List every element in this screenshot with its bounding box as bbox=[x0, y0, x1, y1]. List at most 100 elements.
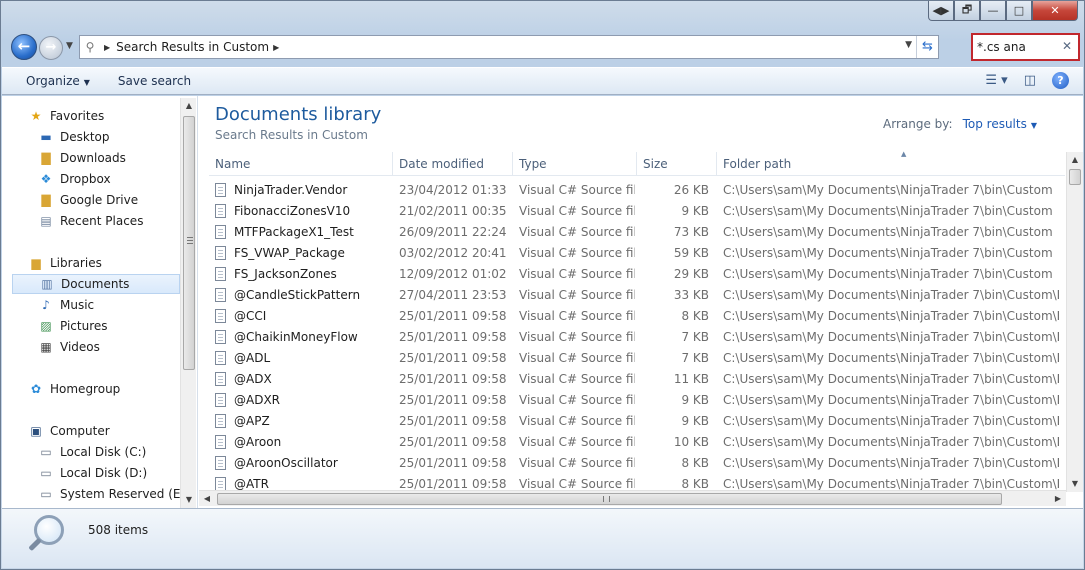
nav-scroll-thumb[interactable] bbox=[183, 116, 195, 370]
cell-type: Visual C# Source file bbox=[519, 348, 635, 369]
scroll-down-icon[interactable]: ▼ bbox=[181, 492, 197, 508]
table-row[interactable]: FS_VWAP_Package 03/02/2012 20:41 Visual C#… bbox=[209, 243, 1065, 264]
address-dropdown-icon[interactable]: ▼ bbox=[905, 40, 912, 50]
refresh-icon[interactable]: ⇆ bbox=[916, 36, 938, 58]
cell-path: C:\Users\sam\My Documents\NinjaTrader 7\… bbox=[723, 453, 1059, 474]
table-row[interactable]: @AroonOscillator 25/01/2011 09:58 Visual C… bbox=[209, 453, 1065, 474]
scroll-up-icon[interactable]: ▲ bbox=[181, 98, 197, 114]
cell-text: 11 KB bbox=[673, 372, 709, 386]
search-results-icon: ⚲ bbox=[85, 40, 95, 54]
table-row[interactable]: @ADX 25/01/2011 09:58 Visual C# Source fil… bbox=[209, 369, 1065, 390]
change-view-icon[interactable]: ☰ ▾ bbox=[985, 73, 1007, 88]
dropbox-icon: ❖ bbox=[40, 172, 52, 186]
star-icon: ★ bbox=[30, 109, 42, 123]
table-row[interactable]: @APZ 25/01/2011 09:58 Visual C# Source fil… bbox=[209, 411, 1065, 432]
cell-text: C:\Users\sam\My Documents\NinjaTrader 7\… bbox=[723, 204, 1053, 218]
status-bar: 508 items bbox=[2, 508, 1083, 568]
cell-text: 25/01/2011 09:58 bbox=[399, 456, 507, 470]
breadcrumb-separator-icon[interactable]: ▶ bbox=[104, 43, 110, 52]
nav-homegroup-label: Homegroup bbox=[50, 382, 121, 396]
cell-text: C:\Users\sam\My Documents\NinjaTrader 7\… bbox=[723, 456, 1059, 470]
organize-button[interactable]: Organize ▼ bbox=[2, 74, 104, 88]
cs-file-icon bbox=[215, 330, 226, 344]
cell-path: C:\Users\sam\My Documents\NinjaTrader 7\… bbox=[723, 285, 1059, 306]
chevron-down-icon[interactable]: ▼ bbox=[1031, 121, 1037, 130]
vertical-scroll-thumb[interactable] bbox=[1069, 169, 1081, 185]
nav-computer-label: Computer bbox=[50, 424, 110, 438]
cell-text: C:\Users\sam\My Documents\NinjaTrader 7\… bbox=[723, 288, 1059, 302]
table-row[interactable]: @ChaikinMoneyFlow 25/01/2011 09:58 Visual … bbox=[209, 327, 1065, 348]
restore-down-icon[interactable]: 🗗 bbox=[954, 1, 980, 21]
cell-text: 9 KB bbox=[681, 204, 709, 218]
table-row[interactable]: @CCI 25/01/2011 09:58 Visual C# Source fil… bbox=[209, 306, 1065, 327]
table-row[interactable]: MTFPackageX1_Test 26/09/2011 22:24 Visual … bbox=[209, 222, 1065, 243]
help-icon[interactable]: ? bbox=[1052, 72, 1069, 89]
cell-type: Visual C# Source file bbox=[519, 432, 635, 453]
google-drive-icon: ▇ bbox=[41, 193, 51, 207]
search-input[interactable] bbox=[977, 38, 1057, 56]
column-header-type[interactable]: Type bbox=[513, 152, 637, 176]
cell-text: 12/09/2012 01:02 bbox=[399, 267, 507, 281]
horizontal-scroll-thumb[interactable] bbox=[217, 493, 1002, 505]
cell-date: 25/01/2011 09:58 bbox=[399, 411, 511, 432]
table-row[interactable]: @CandleStickPattern 27/04/2011 23:53 Visua… bbox=[209, 285, 1065, 306]
cell-type: Visual C# Source file bbox=[519, 390, 635, 411]
cell-text: 21/02/2011 00:35 bbox=[399, 204, 507, 218]
column-header-folder-path[interactable]: Folder path bbox=[717, 152, 1057, 176]
back-button[interactable]: ← bbox=[11, 34, 37, 60]
scroll-down-icon[interactable]: ▼ bbox=[1067, 476, 1083, 492]
cell-size: 7 KB bbox=[637, 348, 709, 369]
address-bar[interactable]: ⚲ ▶ Search Results in Custom ▶ ▼ ⇆ bbox=[79, 35, 939, 59]
clear-search-icon[interactable]: ✕ bbox=[1062, 39, 1072, 53]
minimize-button[interactable]: — bbox=[980, 1, 1006, 21]
cell-text: C:\Users\sam\My Documents\NinjaTrader 7\… bbox=[723, 477, 1059, 490]
cell-text: 10 KB bbox=[673, 435, 709, 449]
table-row[interactable]: NinjaTrader.Vendor 23/04/2012 01:33 Visual… bbox=[209, 180, 1065, 201]
breadcrumb[interactable]: Search Results in Custom bbox=[116, 40, 269, 54]
cell-date: 12/09/2012 01:02 bbox=[399, 264, 511, 285]
table-row[interactable]: FibonacciZonesV10 21/02/2011 00:35 Visual … bbox=[209, 201, 1065, 222]
column-header-date[interactable]: Date modified bbox=[393, 152, 513, 176]
scroll-left-icon[interactable]: ◀ bbox=[199, 491, 215, 507]
cell-text: @ADX bbox=[234, 372, 272, 386]
file-list-vertical-scrollbar[interactable]: ▲ ▼ bbox=[1066, 152, 1083, 492]
forward-button[interactable]: → bbox=[39, 36, 63, 60]
file-list-horizontal-scrollbar[interactable]: ◀ ▶ bbox=[199, 490, 1066, 506]
cell-path: C:\Users\sam\My Documents\NinjaTrader 7\… bbox=[723, 432, 1059, 453]
cell-path: C:\Users\sam\My Documents\NinjaTrader 7\… bbox=[723, 348, 1059, 369]
table-row[interactable]: @Aroon 25/01/2011 09:58 Visual C# Source f… bbox=[209, 432, 1065, 453]
column-header-size[interactable]: Size bbox=[637, 152, 717, 176]
desktop-icon: ▬ bbox=[40, 130, 52, 144]
maximize-button[interactable]: □ bbox=[1006, 1, 1032, 21]
cell-date: 25/01/2011 09:58 bbox=[399, 453, 511, 474]
table-row[interactable]: @ADL 25/01/2011 09:58 Visual C# Source fil… bbox=[209, 348, 1065, 369]
table-row[interactable]: @ATR 25/01/2011 09:58 Visual C# Source fil… bbox=[209, 474, 1065, 490]
cell-text: Visual C# Source file bbox=[519, 225, 635, 239]
close-button[interactable]: ✕ bbox=[1032, 1, 1078, 21]
nav-item-label: Desktop bbox=[60, 130, 110, 144]
cell-date: 25/01/2011 09:58 bbox=[399, 390, 511, 411]
nav-item-label: Local Disk (D:) bbox=[60, 466, 148, 480]
scroll-up-icon[interactable]: ▲ bbox=[1067, 152, 1083, 168]
table-row[interactable]: @ADXR 25/01/2011 09:58 Visual C# Source fi… bbox=[209, 390, 1065, 411]
scroll-right-icon[interactable]: ▶ bbox=[1050, 491, 1066, 507]
cell-date: 27/04/2011 23:53 bbox=[399, 285, 511, 306]
nav-scrollbar[interactable]: ▲ ▼ bbox=[180, 98, 196, 508]
cell-text: 9 KB bbox=[681, 414, 709, 428]
nav-item-documents[interactable]: ▥ Documents bbox=[12, 274, 180, 294]
snap-icon[interactable]: ◀▶ bbox=[928, 1, 954, 21]
cell-path: C:\Users\sam\My Documents\NinjaTrader 7\… bbox=[723, 201, 1059, 222]
cs-file-icon bbox=[215, 246, 226, 260]
cell-size: 9 KB bbox=[637, 201, 709, 222]
table-row[interactable]: FS_JacksonZones 12/09/2012 01:02 Visual C#… bbox=[209, 264, 1065, 285]
cs-file-icon bbox=[215, 456, 226, 470]
sort-indicator-icon: ▲ bbox=[901, 150, 907, 158]
cell-text: @ADXR bbox=[234, 393, 281, 407]
column-header-name[interactable]: Name bbox=[209, 152, 393, 176]
cell-name: NinjaTrader.Vendor bbox=[215, 180, 391, 201]
recent-pages-dropdown[interactable]: ▼ bbox=[66, 41, 73, 51]
save-search-button[interactable]: Save search bbox=[104, 74, 205, 88]
breadcrumb-chevron-icon[interactable]: ▶ bbox=[273, 43, 279, 52]
arrange-by-dropdown[interactable]: Top results bbox=[963, 117, 1027, 131]
preview-pane-icon[interactable]: ◫ bbox=[1024, 73, 1036, 88]
